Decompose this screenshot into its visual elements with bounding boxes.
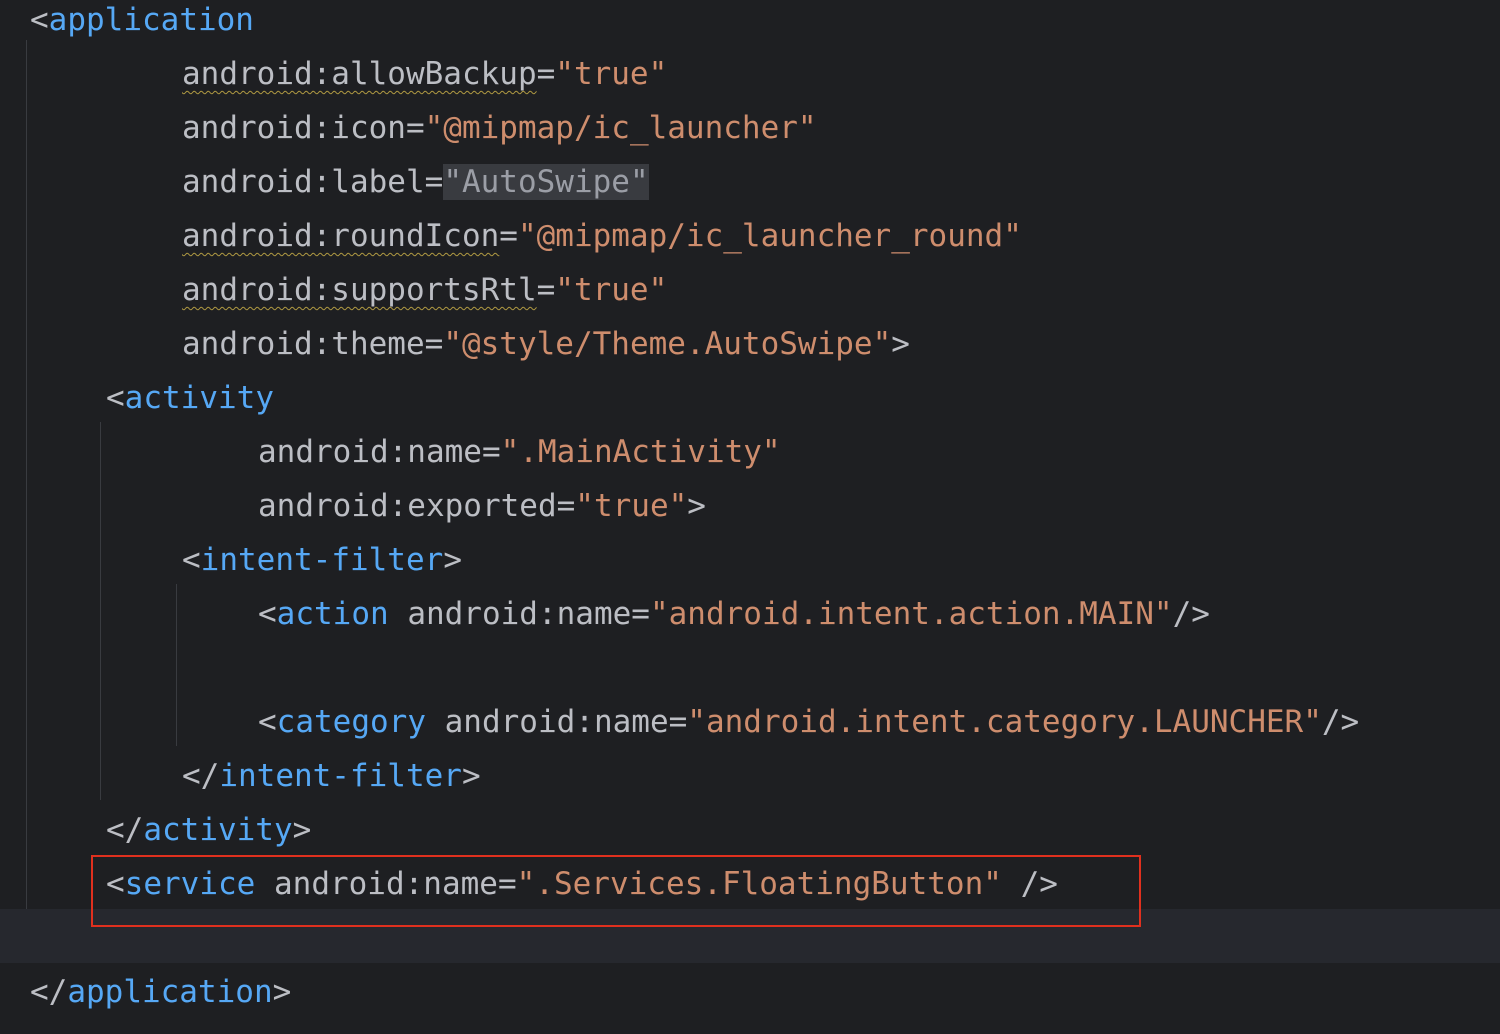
code-token: < — [258, 704, 277, 740]
code-token: </ — [182, 758, 220, 794]
code-token: = — [631, 596, 650, 632]
code-line[interactable]: </application> — [0, 965, 1500, 1019]
code-token: intent-filter — [219, 758, 462, 794]
code-token: = — [499, 218, 518, 254]
code-token: android:icon — [182, 110, 406, 146]
code-token: "@style/Theme.AutoSwipe" — [443, 326, 892, 362]
code-token: "@mipmap/ic_launcher_round" — [517, 218, 1022, 254]
code-editor[interactable]: <application android:allowBackup="true" an… — [0, 0, 1500, 1034]
code-token: > — [891, 326, 910, 362]
code-token: = — [556, 488, 576, 524]
code-token: activity — [143, 812, 293, 848]
code-token: = — [536, 272, 556, 308]
code-token: action — [276, 596, 389, 632]
code-line[interactable] — [0, 641, 1500, 695]
code-token: "true" — [555, 272, 668, 308]
code-token: application — [48, 2, 254, 38]
code-line[interactable]: android:theme="@style/Theme.AutoSwipe"> — [0, 317, 1500, 371]
code-token: android:name — [425, 704, 669, 740]
code-token: android:name — [388, 596, 632, 632]
code-token: android:label — [182, 164, 425, 200]
code-token: "android.intent.category.LAUNCHER" — [687, 704, 1322, 740]
code-token: = — [424, 164, 444, 200]
code-line[interactable]: <action android:name="android.intent.act… — [0, 587, 1500, 641]
code-token: = — [536, 56, 556, 92]
code-token: android:name — [258, 434, 482, 470]
code-line[interactable]: android:supportsRtl="true" — [0, 263, 1500, 317]
code-token: = — [405, 110, 425, 146]
code-token: android:allowBackup — [182, 56, 537, 92]
code-line[interactable]: android:name=".MainActivity" — [0, 425, 1500, 479]
code-line[interactable]: </intent-filter> — [0, 749, 1500, 803]
code-token: </ — [30, 974, 68, 1010]
code-token: activity — [124, 380, 274, 416]
code-token: > — [443, 542, 462, 578]
code-token: android:roundIcon — [182, 218, 500, 254]
code-token: < — [30, 2, 49, 38]
code-token: > — [272, 974, 292, 1010]
code-line[interactable]: <application — [0, 0, 1500, 47]
code-line[interactable]: <category android:name="android.intent.c… — [0, 695, 1500, 749]
code-token: "AutoSwipe" — [443, 164, 649, 200]
code-token: "@mipmap/ic_launcher" — [424, 110, 817, 146]
code-token: /> — [1321, 704, 1360, 740]
code-line[interactable]: </activity> — [0, 803, 1500, 857]
code-token: < — [182, 542, 201, 578]
code-line[interactable]: <intent-filter> — [0, 533, 1500, 587]
code-token: "true" — [555, 56, 668, 92]
code-token: = — [668, 704, 688, 740]
code-token: android:exported — [258, 488, 557, 524]
code-token: category — [276, 704, 426, 740]
code-token: application — [67, 974, 273, 1010]
code-token: </ — [106, 812, 144, 848]
code-line[interactable]: <activity — [0, 371, 1500, 425]
code-token: "true" — [575, 488, 688, 524]
code-token: android:supportsRtl — [182, 272, 537, 308]
code-token: < — [106, 380, 125, 416]
annotation-highlight-box — [91, 855, 1141, 927]
code-token: < — [258, 596, 277, 632]
code-token: ".MainActivity" — [500, 434, 781, 470]
code-token: = — [424, 326, 444, 362]
code-token: intent-filter — [200, 542, 444, 578]
code-token: /> — [1172, 596, 1210, 632]
code-line[interactable]: android:exported="true"> — [0, 479, 1500, 533]
code-token: > — [461, 758, 481, 794]
code-line[interactable]: android:allowBackup="true" — [0, 47, 1500, 101]
code-token: android:theme — [182, 326, 425, 362]
code-token: > — [687, 488, 706, 524]
code-line[interactable]: android:label="AutoSwipe" — [0, 155, 1500, 209]
code-token: > — [292, 812, 312, 848]
code-line[interactable]: android:icon="@mipmap/ic_launcher" — [0, 101, 1500, 155]
code-line[interactable]: android:roundIcon="@mipmap/ic_launcher_r… — [0, 209, 1500, 263]
code-token: = — [481, 434, 501, 470]
code-token: "android.intent.action.MAIN" — [649, 596, 1173, 632]
